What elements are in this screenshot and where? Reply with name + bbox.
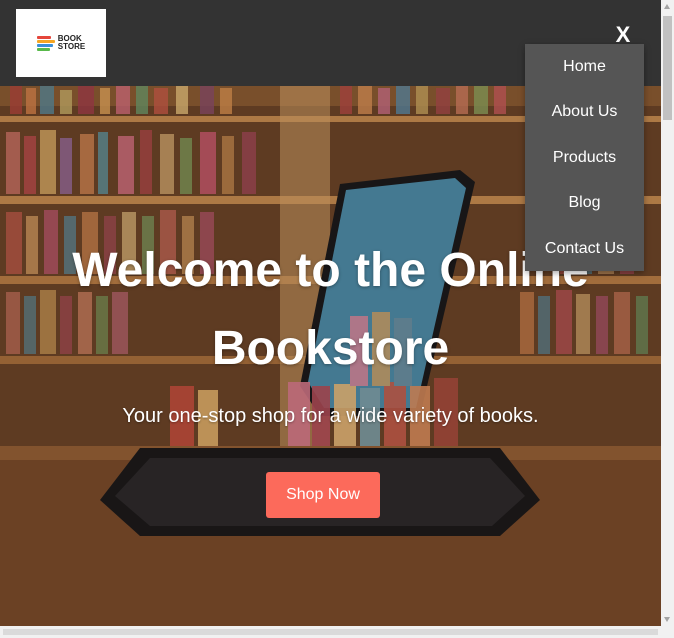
page: BOOK STORE X Welcome to the Online Books… <box>0 0 661 626</box>
nav-item-blog[interactable]: Blog <box>525 180 644 225</box>
logo-text: BOOK STORE <box>58 35 85 51</box>
nav-dropdown-menu: Home About Us Products Blog Contact Us <box>525 44 644 271</box>
horizontal-scrollbar[interactable] <box>0 626 674 638</box>
books-icon <box>36 35 55 51</box>
site-logo[interactable]: BOOK STORE <box>16 9 106 77</box>
vertical-scrollbar[interactable] <box>661 0 674 626</box>
scroll-up-arrow-icon[interactable] <box>664 4 670 9</box>
logo-mark: BOOK STORE <box>36 35 85 51</box>
logo-line-2: STORE <box>57 42 86 51</box>
hero-title-line-2: Bookstore <box>211 322 450 375</box>
hero-subtitle: Your one-stop shop for a wide variety of… <box>122 405 539 427</box>
nav-item-home[interactable]: Home <box>525 44 644 89</box>
shop-now-button[interactable]: Shop Now <box>266 472 380 518</box>
scroll-down-arrow-icon[interactable] <box>664 617 670 622</box>
nav-item-about-us[interactable]: About Us <box>525 89 644 134</box>
nav-item-products[interactable]: Products <box>525 135 644 180</box>
horizontal-scroll-thumb[interactable] <box>3 629 658 635</box>
vertical-scroll-thumb[interactable] <box>663 16 672 120</box>
nav-item-contact-us[interactable]: Contact Us <box>525 226 644 271</box>
